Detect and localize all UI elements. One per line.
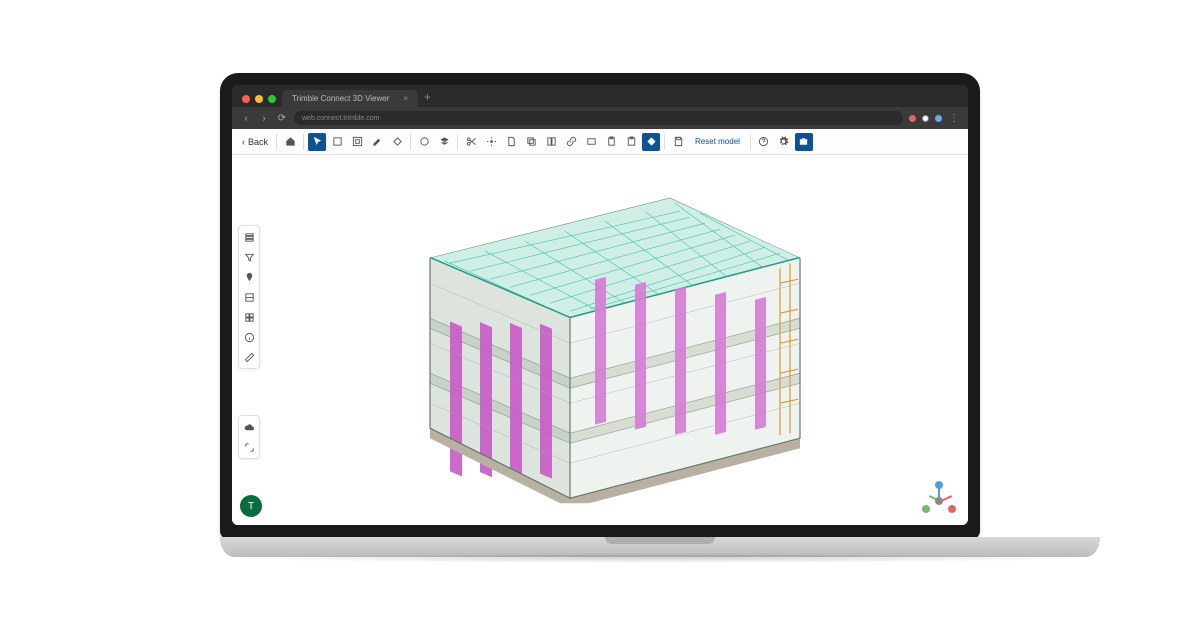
maximize-window-icon[interactable] [268, 95, 276, 103]
pointer-tool-icon[interactable] [308, 133, 326, 151]
app-viewer: ‹ Back [232, 129, 968, 525]
nav-back-icon[interactable]: ‹ [240, 113, 252, 124]
layers-icon[interactable] [435, 133, 453, 151]
filter-icon[interactable] [242, 250, 256, 264]
close-window-icon[interactable] [242, 95, 250, 103]
nav-forward-icon[interactable]: › [258, 113, 270, 124]
screen: Trimble Connect 3D Viewer × + ‹ › ⟳ web.… [232, 85, 968, 525]
rect-icon[interactable] [582, 133, 600, 151]
pin-icon[interactable] [242, 270, 256, 284]
browser-tab[interactable]: Trimble Connect 3D Viewer × [282, 90, 418, 107]
axis-x-icon [948, 505, 956, 513]
expand-icon[interactable] [242, 440, 256, 454]
grid-icon[interactable] [242, 310, 256, 324]
match-icon[interactable] [542, 133, 560, 151]
separator [457, 134, 458, 150]
back-label: Back [248, 137, 268, 147]
minimize-window-icon[interactable] [255, 95, 263, 103]
paste-icon[interactable] [622, 133, 640, 151]
axis-gizmo[interactable] [922, 481, 956, 515]
nav-reload-icon[interactable]: ⟳ [276, 113, 288, 124]
cloud-icon[interactable] [242, 420, 256, 434]
laptop-frame: Trimble Connect 3D Viewer × + ‹ › ⟳ web.… [220, 73, 980, 557]
settings-alt-icon[interactable] [482, 133, 500, 151]
separator [410, 134, 411, 150]
laptop-base [220, 537, 1100, 557]
briefcase-icon[interactable] [795, 133, 813, 151]
url-input[interactable]: web.connect.trimble.com [294, 111, 903, 125]
reset-label: Reset model [695, 137, 740, 146]
measure-icon[interactable] [242, 350, 256, 364]
axis-z-icon [935, 481, 943, 489]
scissors-icon[interactable] [462, 133, 480, 151]
separator [303, 134, 304, 150]
gear-icon[interactable] [775, 133, 793, 151]
top-toolbar: ‹ Back [232, 129, 968, 155]
help-icon[interactable] [755, 133, 773, 151]
address-bar-icons: ⋮ [909, 113, 960, 124]
extension-icon[interactable] [909, 115, 916, 122]
reset-model-button[interactable]: Reset model [689, 137, 746, 146]
viewport-3d[interactable]: T [232, 155, 968, 525]
status-badge[interactable]: T [240, 495, 262, 517]
browser-address-bar: ‹ › ⟳ web.connect.trimble.com ⋮ [232, 107, 968, 129]
fit-view-icon[interactable] [348, 133, 366, 151]
tab-title: Trimble Connect 3D Viewer [292, 94, 389, 103]
clipboard-icon[interactable] [602, 133, 620, 151]
separator [276, 134, 277, 150]
select-box-icon[interactable] [328, 133, 346, 151]
model-3d[interactable] [360, 163, 840, 503]
home-icon[interactable] [281, 133, 299, 151]
info-icon[interactable] [242, 330, 256, 344]
separator [664, 134, 665, 150]
axis-y-icon [922, 505, 930, 513]
side-toolbar-panels [238, 225, 260, 369]
circle-icon[interactable] [415, 133, 433, 151]
url-text: web.connect.trimble.com [302, 115, 379, 122]
back-button[interactable]: ‹ Back [238, 137, 272, 147]
document-icon[interactable] [502, 133, 520, 151]
copy-icon[interactable] [522, 133, 540, 151]
axis-origin-icon [935, 497, 943, 505]
edit-icon[interactable] [368, 133, 386, 151]
badge-text: T [248, 501, 254, 512]
side-toolbar-secondary [238, 415, 260, 459]
profile-icon[interactable] [935, 115, 942, 122]
layers-panel-icon[interactable] [242, 230, 256, 244]
clip-icon[interactable] [242, 290, 256, 304]
extension-icon[interactable] [922, 115, 929, 122]
save-icon[interactable] [669, 133, 687, 151]
close-tab-icon[interactable]: × [403, 94, 408, 103]
browser-menu-icon[interactable]: ⋮ [948, 113, 960, 124]
link-icon[interactable] [562, 133, 580, 151]
browser-tab-strip: Trimble Connect 3D Viewer × + [232, 85, 968, 107]
section-icon[interactable] [388, 133, 406, 151]
window-controls [240, 95, 282, 107]
chevron-left-icon: ‹ [242, 137, 245, 147]
separator [750, 134, 751, 150]
diamond-icon[interactable] [642, 133, 660, 151]
new-tab-button[interactable]: + [418, 90, 437, 107]
screen-bezel: Trimble Connect 3D Viewer × + ‹ › ⟳ web.… [220, 73, 980, 539]
